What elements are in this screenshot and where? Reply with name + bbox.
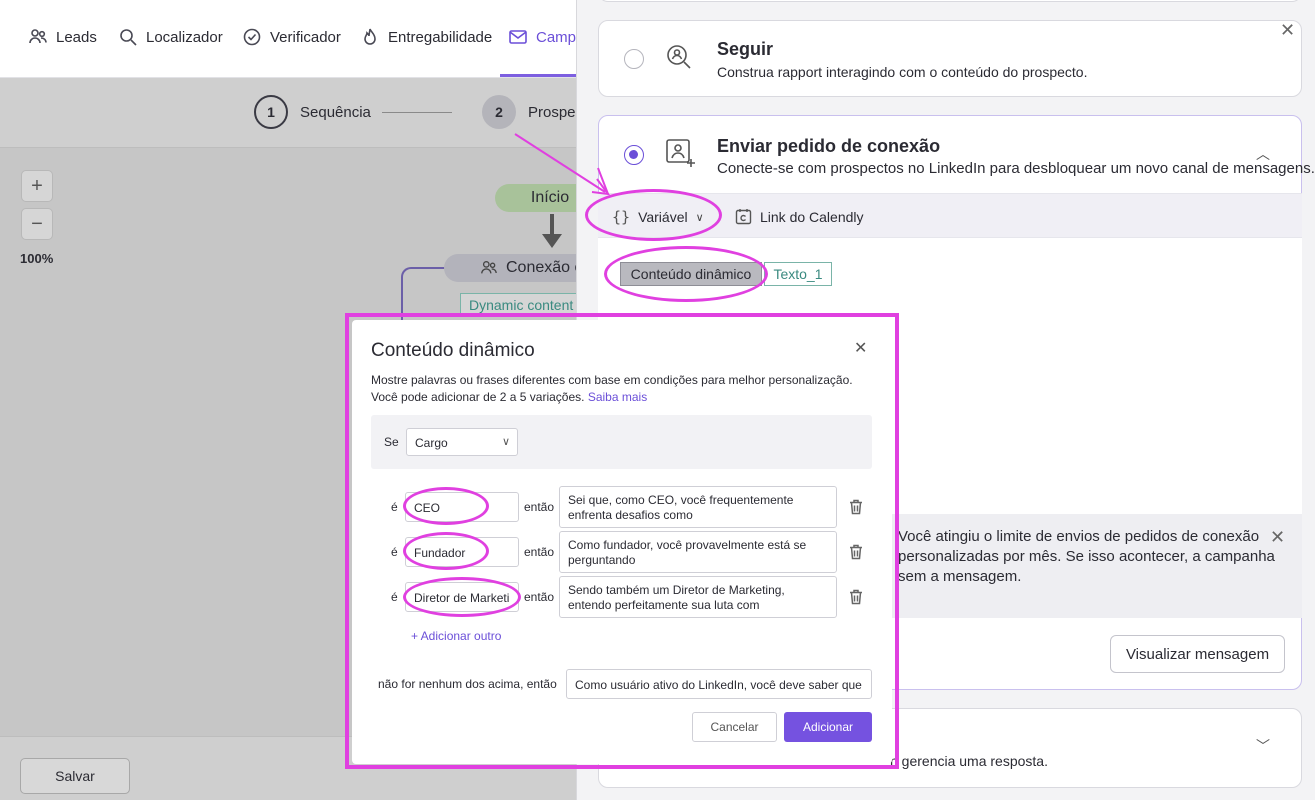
condition-field-value: Cargo bbox=[415, 436, 448, 450]
step-2-label[interactable]: Prospe bbox=[528, 104, 576, 121]
modal-close-icon[interactable]: ✕ bbox=[854, 338, 867, 358]
trash-icon[interactable] bbox=[849, 589, 863, 605]
step-1-number[interactable]: 1 bbox=[254, 95, 288, 129]
then-label: então bbox=[524, 545, 555, 559]
chevron-down-icon: ∨ bbox=[695, 211, 704, 224]
nav-localizador-label: Localizador bbox=[146, 28, 223, 46]
step-1-label[interactable]: Sequência bbox=[300, 104, 371, 121]
editor-toolbar: {} Variável ∨ Link do Calendly bbox=[598, 193, 1302, 238]
previous-card-edge bbox=[598, 0, 1302, 2]
users-icon bbox=[29, 29, 47, 44]
variation-1-output[interactable]: Sei que, como CEO, você frequentemente e… bbox=[559, 486, 837, 528]
step-connector bbox=[382, 112, 452, 113]
add-person-card-icon bbox=[666, 139, 695, 167]
active-tab-indicator bbox=[500, 74, 580, 77]
braces-icon: {} bbox=[612, 208, 631, 226]
zoom-out-button[interactable]: − bbox=[21, 208, 53, 240]
add-button[interactable]: Adicionar bbox=[784, 712, 872, 742]
chevron-down-icon: ∨ bbox=[501, 436, 510, 448]
cancel-button[interactable]: Cancelar bbox=[692, 712, 777, 742]
step-bar: 1 Sequência 2 Prospe bbox=[0, 78, 576, 148]
nav-verificador[interactable]: Verificador bbox=[242, 24, 341, 50]
zoom-level: 100% bbox=[20, 251, 54, 266]
condition-field-select[interactable]: Cargo ∨ bbox=[406, 428, 518, 456]
check-circle-icon bbox=[243, 28, 261, 46]
dynamic-content-token[interactable]: Conteúdo dinâmico bbox=[620, 262, 762, 286]
variation-2-output[interactable]: Como fundador, você provavelmente está s… bbox=[559, 531, 837, 573]
else-output-field[interactable]: Como usuário ativo do LinkedIn, você dev… bbox=[566, 669, 872, 699]
follow-radio[interactable] bbox=[624, 49, 644, 69]
nav-leads-label: Leads bbox=[56, 28, 97, 46]
then-label: então bbox=[524, 500, 555, 514]
add-variation-button[interactable]: + Adicionar outro bbox=[411, 629, 501, 643]
connect-title: Enviar pedido de conexão bbox=[717, 136, 941, 156]
variation-1-value[interactable]: CEO bbox=[405, 492, 519, 522]
is-label: é bbox=[391, 500, 398, 514]
calendar-icon bbox=[735, 209, 752, 225]
variation-3-output[interactable]: Sendo também um Diretor de Marketing, en… bbox=[559, 576, 837, 618]
step-2-number[interactable]: 2 bbox=[482, 95, 516, 129]
then-label: então bbox=[524, 590, 555, 604]
flow-branch-line bbox=[401, 267, 445, 327]
is-label: é bbox=[391, 590, 398, 604]
connect-radio[interactable] bbox=[624, 145, 644, 165]
calendly-label: Link do Calendly bbox=[760, 208, 864, 225]
modal-title: Conteúdo dinâmico bbox=[371, 340, 535, 361]
variable-label: Variável bbox=[638, 209, 688, 225]
connect-subtitle: Conecte-se com prospectos no LinkedIn pa… bbox=[717, 160, 1315, 177]
learn-more-link[interactable]: Saiba mais bbox=[588, 390, 647, 404]
connection-node-label: Conexão c bbox=[506, 259, 583, 276]
calendly-link-button[interactable]: Link do Calendly bbox=[735, 208, 864, 225]
users-icon bbox=[481, 261, 497, 274]
follow-subtitle: Construa rapport interagindo com o conte… bbox=[717, 64, 1088, 80]
reply-card-text: n gerencia uma resposta. bbox=[890, 753, 1048, 769]
chevron-down-icon[interactable]: ﹀ bbox=[1256, 736, 1270, 756]
mail-icon bbox=[509, 30, 527, 44]
connection-node[interactable]: Conexão c bbox=[444, 254, 594, 282]
else-label: não for nenhum dos acima, então bbox=[378, 677, 557, 691]
limit-warning-text: Você atingiu o limite de envios de pedid… bbox=[898, 528, 1275, 585]
flame-icon bbox=[364, 28, 376, 45]
nav-localizador[interactable]: Localizador bbox=[118, 24, 223, 50]
nav-leads[interactable]: Leads bbox=[28, 24, 97, 50]
dynamic-content-chip[interactable]: Dynamic content bbox=[460, 293, 590, 317]
close-warning-icon[interactable]: ✕ bbox=[1270, 527, 1285, 548]
variation-3-value[interactable]: Diretor de Marketi bbox=[405, 582, 519, 612]
nav-verificador-label: Verificador bbox=[270, 28, 341, 46]
is-label: é bbox=[391, 545, 398, 559]
zoom-in-button[interactable]: + bbox=[21, 170, 53, 202]
variation-2-value[interactable]: Fundador bbox=[405, 537, 519, 567]
chevron-up-icon[interactable]: ︿ bbox=[1256, 144, 1270, 164]
nav-entregabilidade-label: Entregabilidade bbox=[388, 28, 493, 46]
variable-dropdown[interactable]: {} Variável ∨ bbox=[612, 208, 704, 226]
flow-arrow-shaft bbox=[550, 214, 554, 236]
close-icon[interactable]: ✕ bbox=[1280, 20, 1295, 41]
text-token[interactable]: Texto_1 bbox=[764, 262, 832, 286]
preview-message-button[interactable]: Visualizar mensagem bbox=[1110, 635, 1285, 673]
modal-description: Mostre palavras ou frases diferentes com… bbox=[371, 372, 881, 406]
follow-title: Seguir bbox=[717, 39, 774, 59]
search-icon bbox=[120, 29, 137, 46]
nav-entregabilidade[interactable]: Entregabilidade bbox=[360, 24, 492, 50]
trash-icon[interactable] bbox=[849, 544, 863, 560]
save-button[interactable]: Salvar bbox=[20, 758, 130, 794]
if-label: Se bbox=[384, 435, 399, 449]
search-person-icon bbox=[667, 45, 691, 69]
nav-campanhas[interactable]: Campa bbox=[508, 24, 584, 50]
flow-arrow-head bbox=[542, 234, 562, 248]
trash-icon[interactable] bbox=[849, 499, 863, 515]
follow-option-card[interactable] bbox=[598, 20, 1302, 97]
